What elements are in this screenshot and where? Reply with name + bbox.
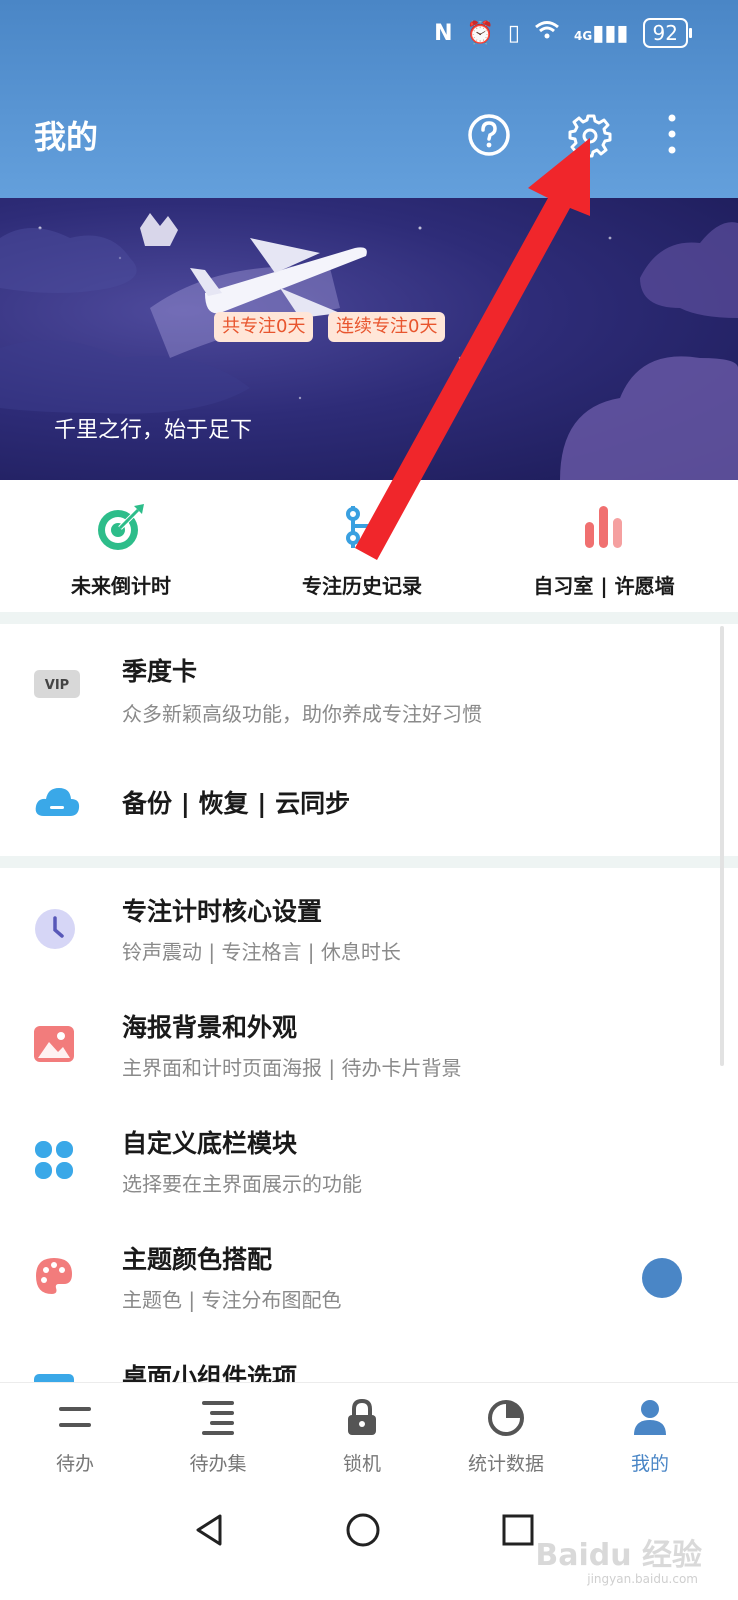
nav-label: 待办集 xyxy=(189,1453,247,1475)
row-subtitle: 选择要在主界面展示的功能 xyxy=(122,1172,362,1196)
row-title: 备份 | 恢复 | 云同步 xyxy=(122,789,351,818)
settings-icon[interactable] xyxy=(568,112,614,158)
focus-banner[interactable]: 共专注0天 连续专注0天 千里之行，始于足下 xyxy=(0,198,738,480)
system-nav-bar: Baidu 经验 jingyan.baidu.com xyxy=(0,1490,738,1600)
page-title: 我的 xyxy=(34,118,99,156)
stats-icon xyxy=(488,1400,524,1436)
streak-focus-tag: 连续专注0天 xyxy=(328,312,446,342)
help-icon[interactable] xyxy=(466,112,512,158)
image-icon xyxy=(34,1026,74,1062)
list-item-poster-appearance[interactable]: 海报背景和外观 主界面和计时页面海报 | 待办卡片背景 xyxy=(0,984,738,1100)
watermark-url: jingyan.baidu.com xyxy=(587,1572,698,1586)
todo-set-icon xyxy=(202,1401,234,1435)
nav-profile[interactable]: 我的 xyxy=(590,1397,710,1476)
focus-history-label: 专注历史记录 xyxy=(302,574,422,598)
study-room-button[interactable]: 自习室 | 许愿墙 xyxy=(526,500,682,599)
network-label: 4G xyxy=(574,28,593,43)
nav-todo[interactable]: 待办 xyxy=(15,1397,135,1476)
nav-label: 我的 xyxy=(630,1453,669,1475)
nav-stats[interactable]: 统计数据 xyxy=(446,1397,566,1476)
nav-todo-set[interactable]: 待办集 xyxy=(158,1397,278,1476)
todo-icon xyxy=(59,1407,91,1427)
row-title: 主题颜色搭配 xyxy=(122,1245,273,1274)
bottom-nav: 待办 待办集 锁机 统计数据 我的 xyxy=(0,1382,738,1490)
home-icon[interactable] xyxy=(343,1510,383,1550)
nav-label: 待办 xyxy=(55,1453,94,1475)
nfc-icon: N xyxy=(434,20,453,46)
countdown-label: 未来倒计时 xyxy=(71,574,171,598)
row-title: 专注计时核心设置 xyxy=(122,897,323,926)
history-icon xyxy=(346,506,371,548)
list-item-core-settings[interactable]: 专注计时核心设置 铃声震动 | 专注格言 | 休息时长 xyxy=(0,868,738,984)
row-title: 自定义底栏模块 xyxy=(122,1129,298,1158)
section-divider xyxy=(0,612,738,624)
nav-lock[interactable]: 锁机 xyxy=(302,1397,422,1476)
list-item-desktop-widget[interactable]: 桌面小组件选项 xyxy=(0,1336,738,1382)
motto-text: 千里之行，始于足下 xyxy=(54,418,253,443)
widget-icon xyxy=(34,1374,74,1382)
status-bar: N ⏰ ▯ 4G▮▮▮ 92 xyxy=(434,18,693,48)
recents-icon[interactable] xyxy=(498,1510,538,1550)
theme-color-swatch[interactable] xyxy=(642,1258,682,1298)
list-item-theme-colors[interactable]: 主题颜色搭配 主题色 | 专注分布图配色 xyxy=(0,1216,738,1336)
nav-label: 锁机 xyxy=(342,1453,381,1475)
study-room-label: 自习室 | 许愿墙 xyxy=(533,574,675,598)
row-title: 海报背景和外观 xyxy=(122,1013,298,1042)
total-focus-tag: 共专注0天 xyxy=(214,312,314,342)
row-subtitle: 主题色 | 专注分布图配色 xyxy=(122,1288,342,1312)
nav-label: 统计数据 xyxy=(467,1453,544,1475)
list-item-custom-bottom-bar[interactable]: 自定义底栏模块 选择要在主界面展示的功能 xyxy=(0,1100,738,1216)
target-icon xyxy=(98,504,144,550)
row-title: 桌面小组件选项 xyxy=(122,1363,298,1382)
row-subtitle: 铃声震动 | 专注格言 | 休息时长 xyxy=(122,940,401,964)
bars-icon xyxy=(585,506,622,548)
lock-icon xyxy=(348,1398,376,1435)
row-title: 季度卡 xyxy=(122,657,198,686)
cloud-icon xyxy=(35,788,80,816)
back-icon[interactable] xyxy=(190,1510,230,1550)
clock-icon xyxy=(35,909,75,949)
battery-indicator: 92 xyxy=(642,18,693,48)
vip-icon: VIP xyxy=(34,670,80,698)
list-item-backup[interactable]: 备份 | 恢复 | 云同步 xyxy=(0,748,738,856)
alarm-icon: ⏰ xyxy=(466,20,494,46)
clover-icon xyxy=(35,1141,73,1179)
header-bar: N ⏰ ▯ 4G▮▮▮ 92 我的 xyxy=(0,0,738,200)
watermark-logo: Baidu 经验 xyxy=(535,1538,702,1573)
wifi-icon xyxy=(534,20,560,46)
row-subtitle: 主界面和计时页面海报 | 待办卡片背景 xyxy=(122,1056,462,1080)
vibrate-icon: ▯ xyxy=(507,20,521,46)
profile-icon xyxy=(634,1400,666,1435)
row-subtitle: 众多新颖高级功能，助你养成专注好习惯 xyxy=(122,702,482,726)
palette-icon xyxy=(36,1258,72,1294)
section-divider xyxy=(0,856,738,868)
quick-actions: 未来倒计时 专注历史记录 自习室 | 许愿墙 xyxy=(0,480,738,612)
scrollbar[interactable] xyxy=(720,626,724,1066)
vip-badge-text: VIP xyxy=(45,678,69,693)
focus-history-button[interactable]: 专注历史记录 xyxy=(292,500,432,599)
signal-4g-icon: 4G▮▮▮ xyxy=(574,20,629,46)
list-item-season-card[interactable]: VIP 季度卡 众多新颖高级功能，助你养成专注好习惯 xyxy=(0,624,738,744)
more-icon[interactable] xyxy=(660,112,684,158)
countdown-button[interactable]: 未来倒计时 xyxy=(66,500,176,599)
